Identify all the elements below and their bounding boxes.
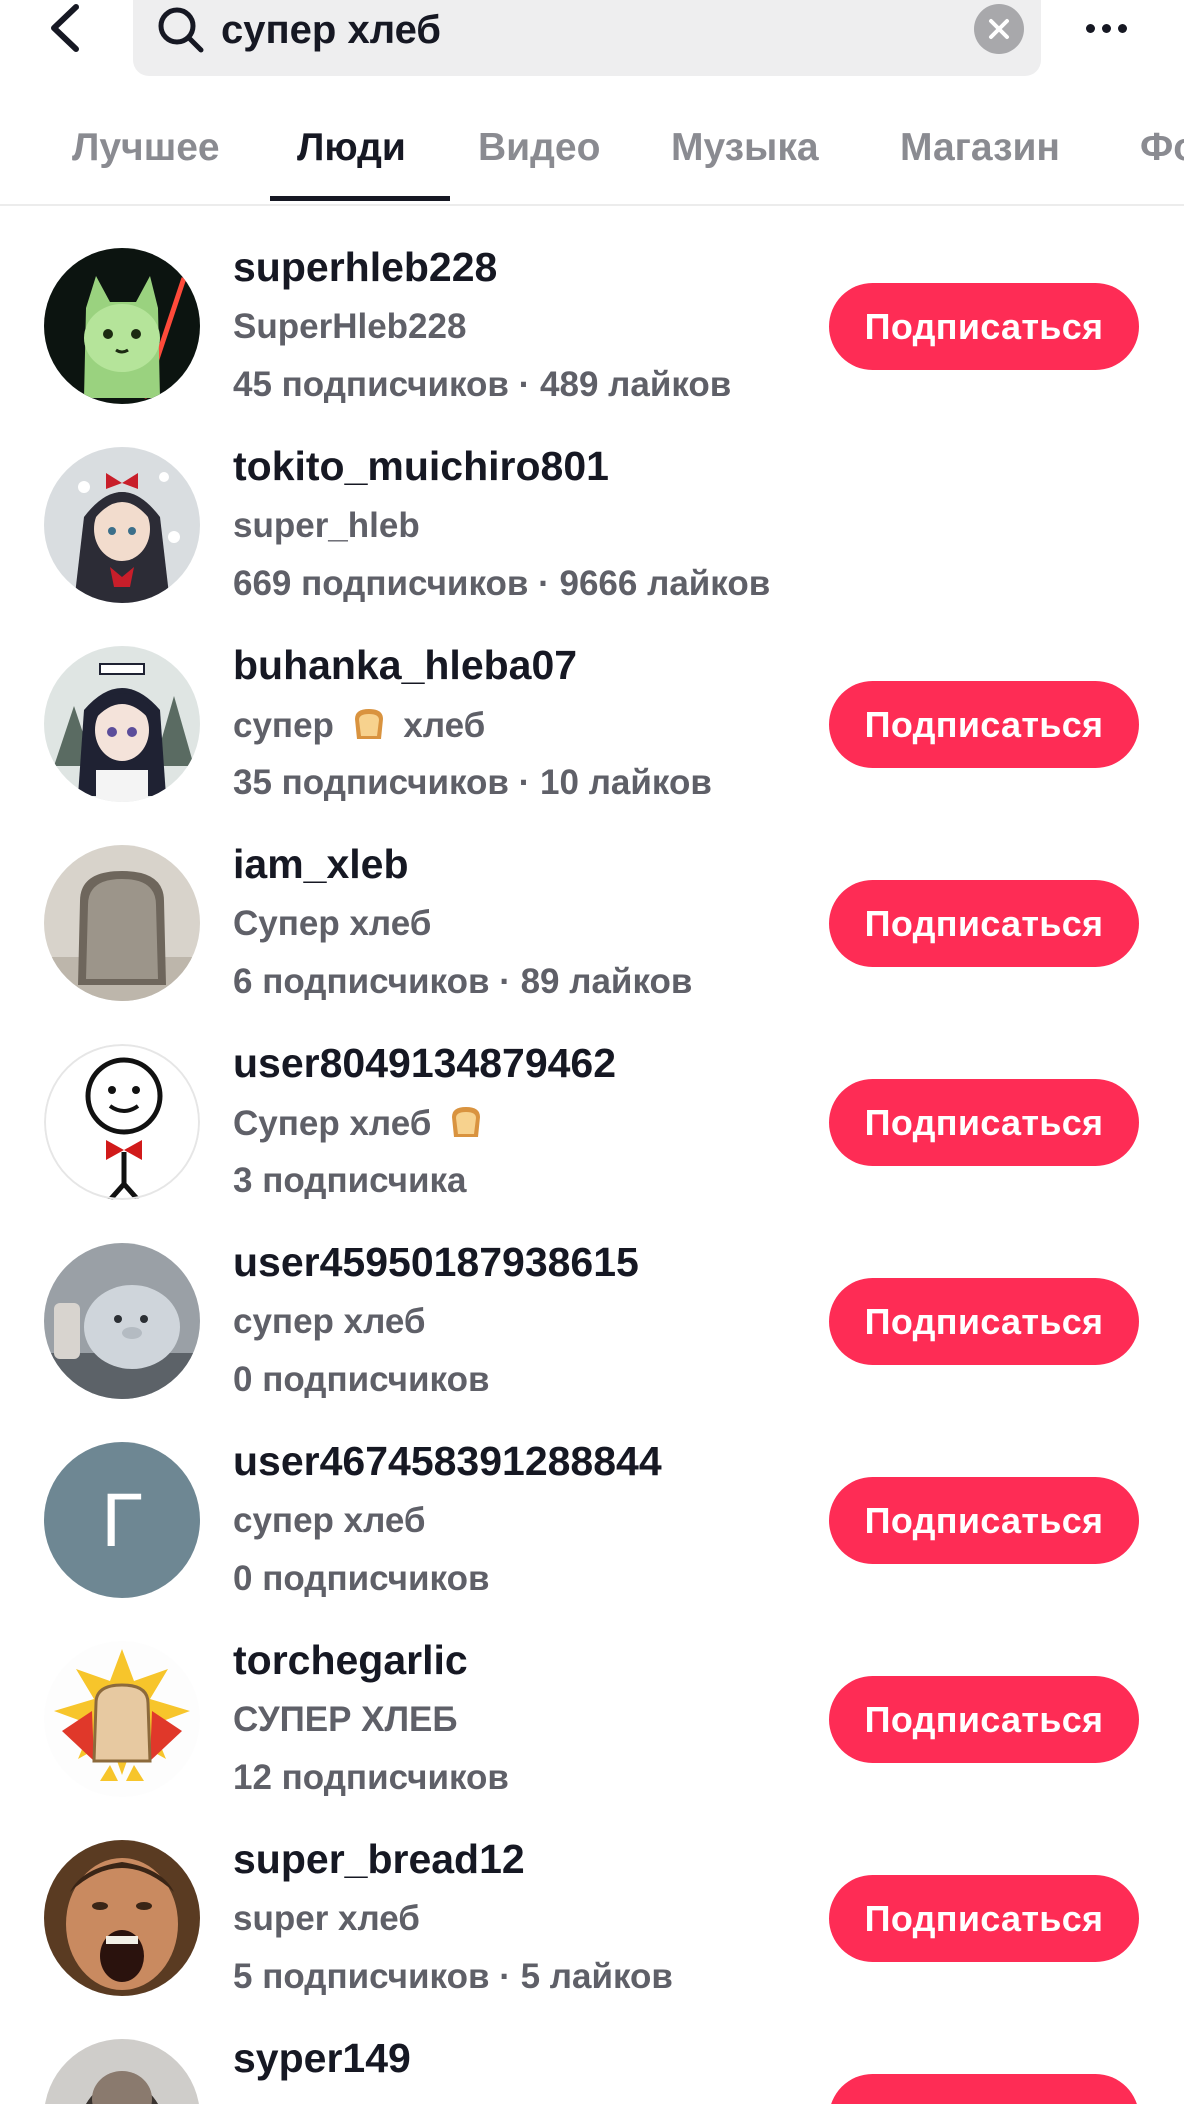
username: user8049134879462 xyxy=(233,1040,617,1086)
user-stats: 45 подписчиков · 489 лайков xyxy=(233,365,732,404)
seal-plush-avatar-icon xyxy=(44,1243,200,1399)
search-tabs: Лучшее Люди Видео Музыка Магазин Фо xyxy=(0,108,1184,206)
user-row[interactable]: syper149 xyxy=(0,1995,1184,2104)
bread-slice-avatar-icon xyxy=(44,845,200,1001)
user-stats: 3 подписчика xyxy=(233,1161,467,1200)
user-stats: 0 подписчиков xyxy=(233,1559,490,1598)
tab-photos[interactable]: Фо xyxy=(1140,126,1184,170)
cat-avatar-icon xyxy=(44,248,200,404)
screaming-man-avatar-icon xyxy=(44,1840,200,1996)
clear-search-button[interactable] xyxy=(974,4,1024,54)
more-options-button[interactable] xyxy=(1080,0,1132,56)
bread-hero-avatar-icon xyxy=(44,1641,200,1797)
follow-button[interactable]: Подписаться xyxy=(829,880,1139,967)
nickname: супер хлеб xyxy=(233,1302,426,1341)
nickname: Супер хлеб xyxy=(233,1103,491,1144)
avatar[interactable] xyxy=(44,1641,200,1797)
follow-button[interactable]: Подписаться xyxy=(829,1278,1139,1365)
search-icon xyxy=(158,7,204,53)
user-row[interactable]: user45950187938615 супер хлеб 0 подписчи… xyxy=(0,1199,1184,1399)
user-row[interactable]: buhanka_hleba07 супер хлеб 35 подписчико… xyxy=(0,602,1184,802)
avatar-letter: Г xyxy=(101,1477,143,1563)
bread-emoji-icon xyxy=(354,709,383,739)
tab-videos[interactable]: Видео xyxy=(478,126,600,170)
username: superhleb228 xyxy=(233,244,498,290)
more-dot-icon xyxy=(1117,23,1127,33)
tab-top[interactable]: Лучшее xyxy=(72,126,220,170)
follow-button[interactable]: Подписаться xyxy=(829,1477,1139,1564)
avatar[interactable] xyxy=(44,845,200,1001)
avatar[interactable] xyxy=(44,447,200,603)
person-avatar-icon xyxy=(44,2039,200,2104)
more-dot-icon xyxy=(1085,23,1095,33)
bread-emoji-icon xyxy=(452,1107,481,1137)
username: syper149 xyxy=(233,2035,411,2081)
back-button[interactable] xyxy=(40,0,90,56)
top-bar: супер хлеб xyxy=(0,0,1184,90)
anime-girl-avatar-icon xyxy=(44,447,200,603)
active-tab-indicator xyxy=(270,196,450,201)
avatar[interactable] xyxy=(44,1243,200,1399)
username: super_bread12 xyxy=(233,1836,525,1882)
username: tokito_muichiro801 xyxy=(233,443,609,489)
search-bar[interactable]: супер хлеб xyxy=(133,0,1041,76)
follow-button[interactable]: Подписаться xyxy=(829,1079,1139,1166)
follow-button[interactable]: Подписаться xyxy=(829,1875,1139,1962)
avatar[interactable] xyxy=(44,248,200,404)
user-row[interactable]: user8049134879462 Супер хлеб 3 подписчик… xyxy=(0,1000,1184,1200)
username: buhanka_hleba07 xyxy=(233,642,578,688)
search-input[interactable]: супер хлеб xyxy=(221,8,441,53)
user-stats: 5 подписчиков · 5 лайков xyxy=(233,1957,673,1996)
user-stats: 669 подписчиков · 9666 лайков xyxy=(233,564,771,603)
user-row[interactable]: Г user467458391288844 супер хлеб 0 подпи… xyxy=(0,1398,1184,1598)
username: user45950187938615 xyxy=(233,1239,639,1285)
avatar[interactable] xyxy=(44,1044,200,1200)
user-row[interactable]: tokito_muichiro801 super_hleb 669 подпис… xyxy=(0,403,1184,603)
nickname-text: хлеб xyxy=(403,706,486,745)
nickname: SuperHleb228 xyxy=(233,307,467,346)
tab-music[interactable]: Музыка xyxy=(671,126,819,170)
nickname: super хлеб xyxy=(233,1899,420,1938)
close-icon xyxy=(989,19,1009,39)
avatar[interactable] xyxy=(44,646,200,802)
stick-figure-avatar-icon xyxy=(44,1044,200,1200)
tab-people[interactable]: Люди xyxy=(297,126,406,170)
user-stats: 6 подписчиков · 89 лайков xyxy=(233,962,693,1001)
user-row[interactable]: iam_xleb Супер хлеб 6 подписчиков · 89 л… xyxy=(0,801,1184,1001)
avatar[interactable] xyxy=(44,2039,200,2104)
nickname: СУПЕР ХЛЕБ xyxy=(233,1700,458,1739)
tab-shop[interactable]: Магазин xyxy=(900,126,1060,170)
follow-button[interactable] xyxy=(829,2074,1139,2104)
anime-girl-avatar-icon xyxy=(44,646,200,802)
nickname-text: супер xyxy=(233,706,334,745)
follow-button[interactable]: Подписаться xyxy=(829,1676,1139,1763)
follow-button[interactable]: Подписаться xyxy=(829,681,1139,768)
user-row[interactable]: super_bread12 super хлеб 5 подписчиков ·… xyxy=(0,1796,1184,1996)
username: user467458391288844 xyxy=(233,1438,662,1484)
user-stats: 0 подписчиков xyxy=(233,1360,490,1399)
user-row[interactable]: torchegarlic СУПЕР ХЛЕБ 12 подписчиков П… xyxy=(0,1597,1184,1797)
avatar[interactable]: Г xyxy=(44,1442,200,1598)
username: iam_xleb xyxy=(233,841,409,887)
avatar[interactable] xyxy=(44,1840,200,1996)
nickname: super_hleb xyxy=(233,506,420,545)
nickname: Супер хлеб xyxy=(233,904,432,943)
nickname: супер хлеб xyxy=(233,1501,426,1540)
user-row[interactable]: superhleb228 SuperHleb228 45 подписчиков… xyxy=(0,204,1184,404)
follow-button[interactable]: Подписаться xyxy=(829,283,1139,370)
user-stats: 12 подписчиков xyxy=(233,1758,509,1797)
more-dot-icon xyxy=(1101,23,1111,33)
user-stats: 35 подписчиков · 10 лайков xyxy=(233,763,712,802)
nickname: супер хлеб xyxy=(233,705,485,746)
username: torchegarlic xyxy=(233,1637,468,1683)
nickname-text: Супер хлеб xyxy=(233,1104,432,1143)
back-arrow-icon xyxy=(51,4,79,52)
